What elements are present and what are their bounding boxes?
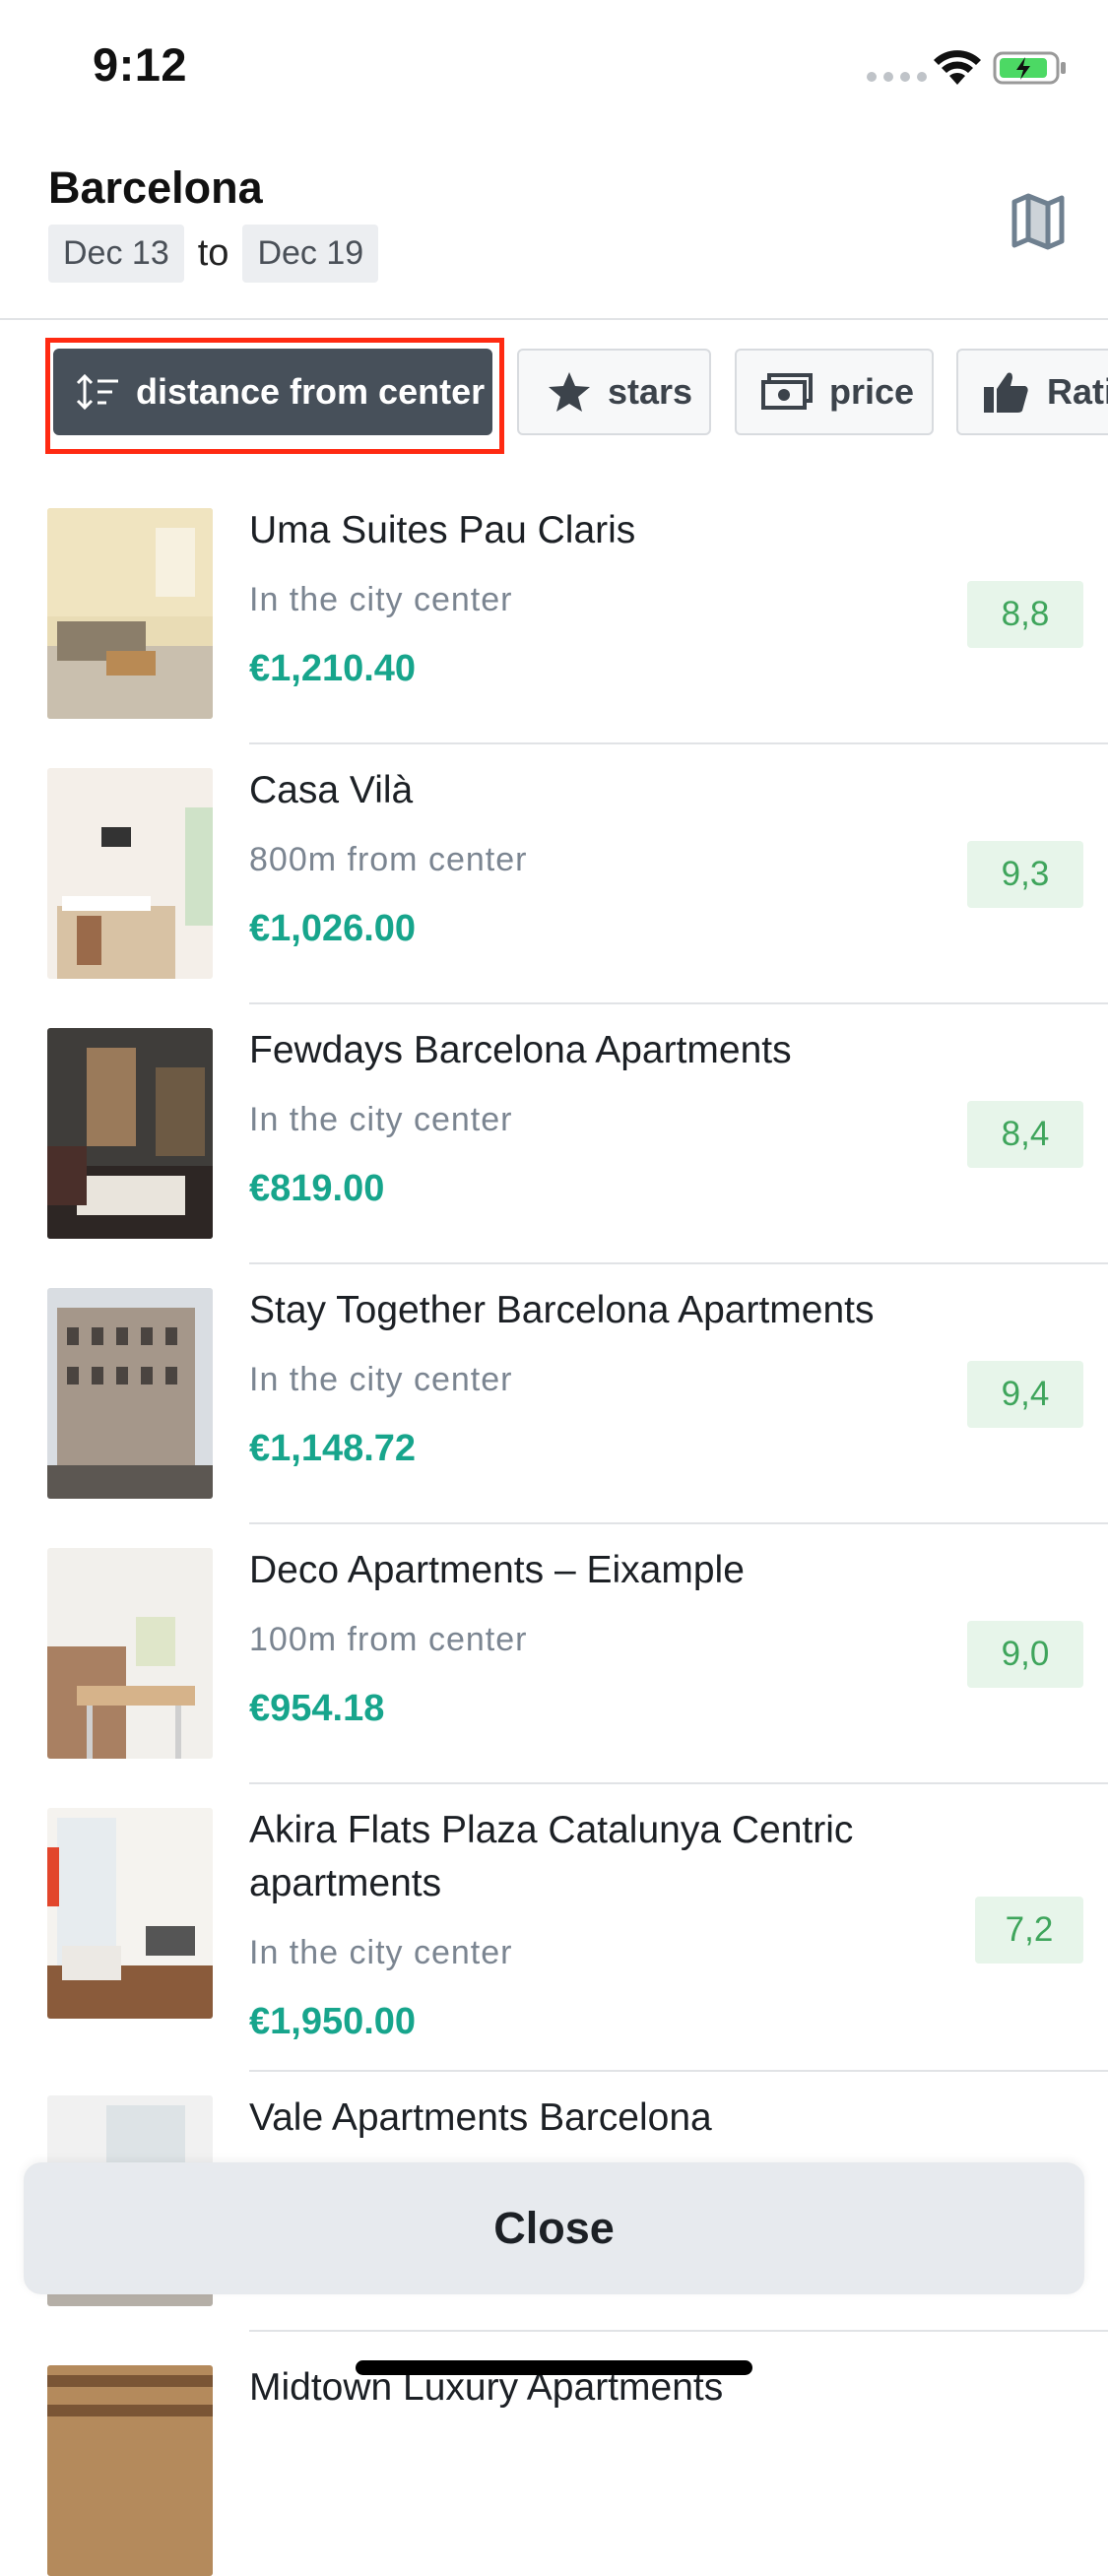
hotel-photo bbox=[47, 1288, 213, 1499]
hotel-photo bbox=[47, 1808, 213, 2019]
row-divider bbox=[249, 2070, 1108, 2072]
hotel-name: Fewdays Barcelona Apartments bbox=[249, 1029, 792, 1071]
status-bar: 9:12 bbox=[0, 0, 1108, 138]
hotel-price: €1,210.40 bbox=[249, 648, 417, 689]
hotel-name: Casa Vilà bbox=[249, 769, 414, 811]
filter-label: price bbox=[829, 371, 915, 412]
hotel-photo bbox=[47, 1548, 213, 1759]
hotel-location: 100m from center bbox=[249, 1621, 528, 1658]
hotel-price: €1,148.72 bbox=[249, 1428, 417, 1469]
hotel-photo bbox=[47, 768, 213, 979]
rating-badge: 9,3 bbox=[967, 841, 1083, 908]
close-button[interactable]: Close bbox=[24, 2162, 1084, 2294]
home-indicator bbox=[356, 2360, 752, 2375]
hotel-price: €954.18 bbox=[249, 1688, 385, 1729]
filter-stars[interactable]: stars bbox=[517, 349, 711, 435]
selected-filter-highlight bbox=[45, 338, 504, 454]
rating-badge: 8,4 bbox=[967, 1101, 1083, 1168]
thumbs-up-icon bbox=[984, 372, 1028, 413]
money-icon bbox=[761, 373, 813, 410]
map-icon[interactable] bbox=[1010, 192, 1066, 251]
hotel-location: In the city center bbox=[249, 1361, 513, 1398]
hotel-name: Uma Suites Pau Claris bbox=[249, 509, 636, 551]
battery-icon bbox=[993, 51, 1066, 85]
check-out-date[interactable]: Dec 19 bbox=[242, 225, 379, 283]
row-divider bbox=[249, 2330, 1108, 2332]
hotel-price: €1,026.00 bbox=[249, 908, 417, 949]
hotel-location: In the city center bbox=[249, 1101, 513, 1138]
rating-badge: 9,4 bbox=[967, 1361, 1083, 1428]
cellular-signal-icon bbox=[867, 72, 927, 82]
hotel-location: In the city center bbox=[249, 1934, 513, 1971]
city-title: Barcelona bbox=[48, 162, 263, 213]
date-separator: to bbox=[197, 232, 229, 274]
filter-rating[interactable]: Rati bbox=[956, 349, 1108, 435]
row-divider bbox=[249, 742, 1108, 744]
hotel-name: Stay Together Barcelona Apartments bbox=[249, 1289, 875, 1331]
row-divider bbox=[249, 1522, 1108, 1524]
hotel-name: Vale Apartments Barcelona bbox=[249, 2096, 712, 2139]
search-header: Barcelona Dec 13 to Dec 19 bbox=[0, 138, 1108, 319]
hotel-name: Deco Apartments – Eixample bbox=[249, 1549, 745, 1591]
hotel-price: €1,950.00 bbox=[249, 2001, 417, 2042]
header-divider bbox=[0, 318, 1108, 320]
hotel-photo bbox=[47, 2365, 213, 2576]
date-range: Dec 13 to Dec 19 bbox=[48, 225, 379, 283]
rating-badge: 8,8 bbox=[967, 581, 1083, 648]
status-time: 9:12 bbox=[93, 38, 188, 91]
rating-badge: 7,2 bbox=[975, 1897, 1083, 1964]
filter-label: Rati bbox=[1047, 371, 1108, 412]
hotel-price: €819.00 bbox=[249, 1168, 385, 1209]
hotel-photo bbox=[47, 508, 213, 719]
hotel-location: 800m from center bbox=[249, 841, 528, 878]
hotel-location: In the city center bbox=[249, 581, 513, 618]
row-divider bbox=[249, 1002, 1108, 1004]
star-icon bbox=[549, 372, 590, 412]
hotel-photo bbox=[47, 1028, 213, 1239]
rating-badge: 9,0 bbox=[967, 1621, 1083, 1688]
hotel-name: Akira Flats Plaza Catalunya Centric apar… bbox=[249, 1809, 854, 1904]
check-in-date[interactable]: Dec 13 bbox=[48, 225, 184, 283]
wifi-icon bbox=[934, 50, 981, 85]
filter-price[interactable]: price bbox=[735, 349, 934, 435]
row-divider bbox=[249, 1782, 1108, 1784]
filter-label: stars bbox=[608, 371, 693, 412]
row-divider bbox=[249, 1262, 1108, 1264]
